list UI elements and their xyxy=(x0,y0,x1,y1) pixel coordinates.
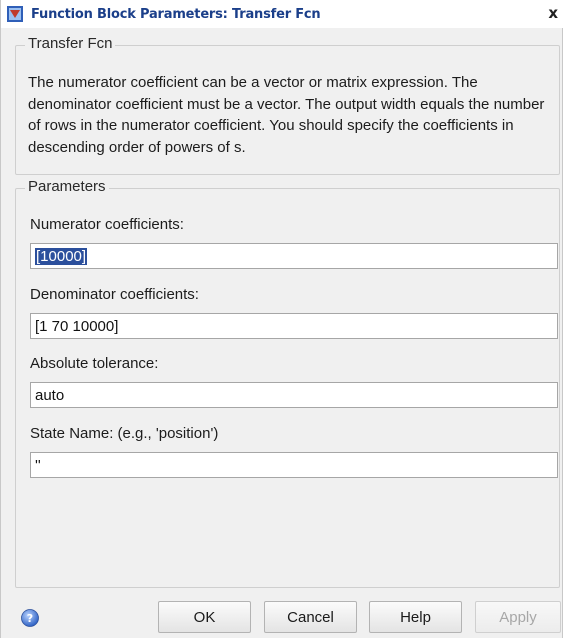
numerator-value: [10000] xyxy=(35,247,88,265)
cancel-button[interactable]: Cancel xyxy=(264,601,357,633)
state-name-input[interactable]: '' xyxy=(30,452,558,478)
parameters-group-label: Parameters xyxy=(25,178,109,195)
absolute-tolerance-input[interactable]: auto xyxy=(30,382,558,408)
state-name-label: State Name: (e.g., 'position') xyxy=(30,425,219,442)
close-button[interactable]: x xyxy=(548,4,558,22)
apply-button[interactable]: Apply xyxy=(475,601,561,633)
simulink-block-icon xyxy=(7,6,23,22)
help-icon[interactable]: ? xyxy=(21,609,39,627)
block-description: The numerator coefficient can be a vecto… xyxy=(28,74,545,156)
numerator-input[interactable]: [10000] xyxy=(30,243,558,269)
denominator-value: [1 70 10000] xyxy=(35,317,119,335)
help-button[interactable]: Help xyxy=(369,601,462,633)
window-title: Function Block Parameters: Transfer Fcn xyxy=(31,6,321,22)
absolute-tolerance-value: auto xyxy=(35,386,65,404)
dialog-window: Function Block Parameters: Transfer Fcn … xyxy=(0,0,563,638)
numerator-label: Numerator coefficients: xyxy=(30,216,184,233)
denominator-label: Denominator coefficients: xyxy=(30,286,199,303)
ok-button[interactable]: OK xyxy=(158,601,251,633)
absolute-tolerance-label: Absolute tolerance: xyxy=(30,355,159,372)
state-name-value: '' xyxy=(35,456,41,474)
denominator-input[interactable]: [1 70 10000] xyxy=(30,313,558,339)
svg-text:?: ? xyxy=(27,612,33,625)
transfer-fcn-group-label: Transfer Fcn xyxy=(25,35,116,52)
title-bar: Function Block Parameters: Transfer Fcn … xyxy=(1,0,563,28)
